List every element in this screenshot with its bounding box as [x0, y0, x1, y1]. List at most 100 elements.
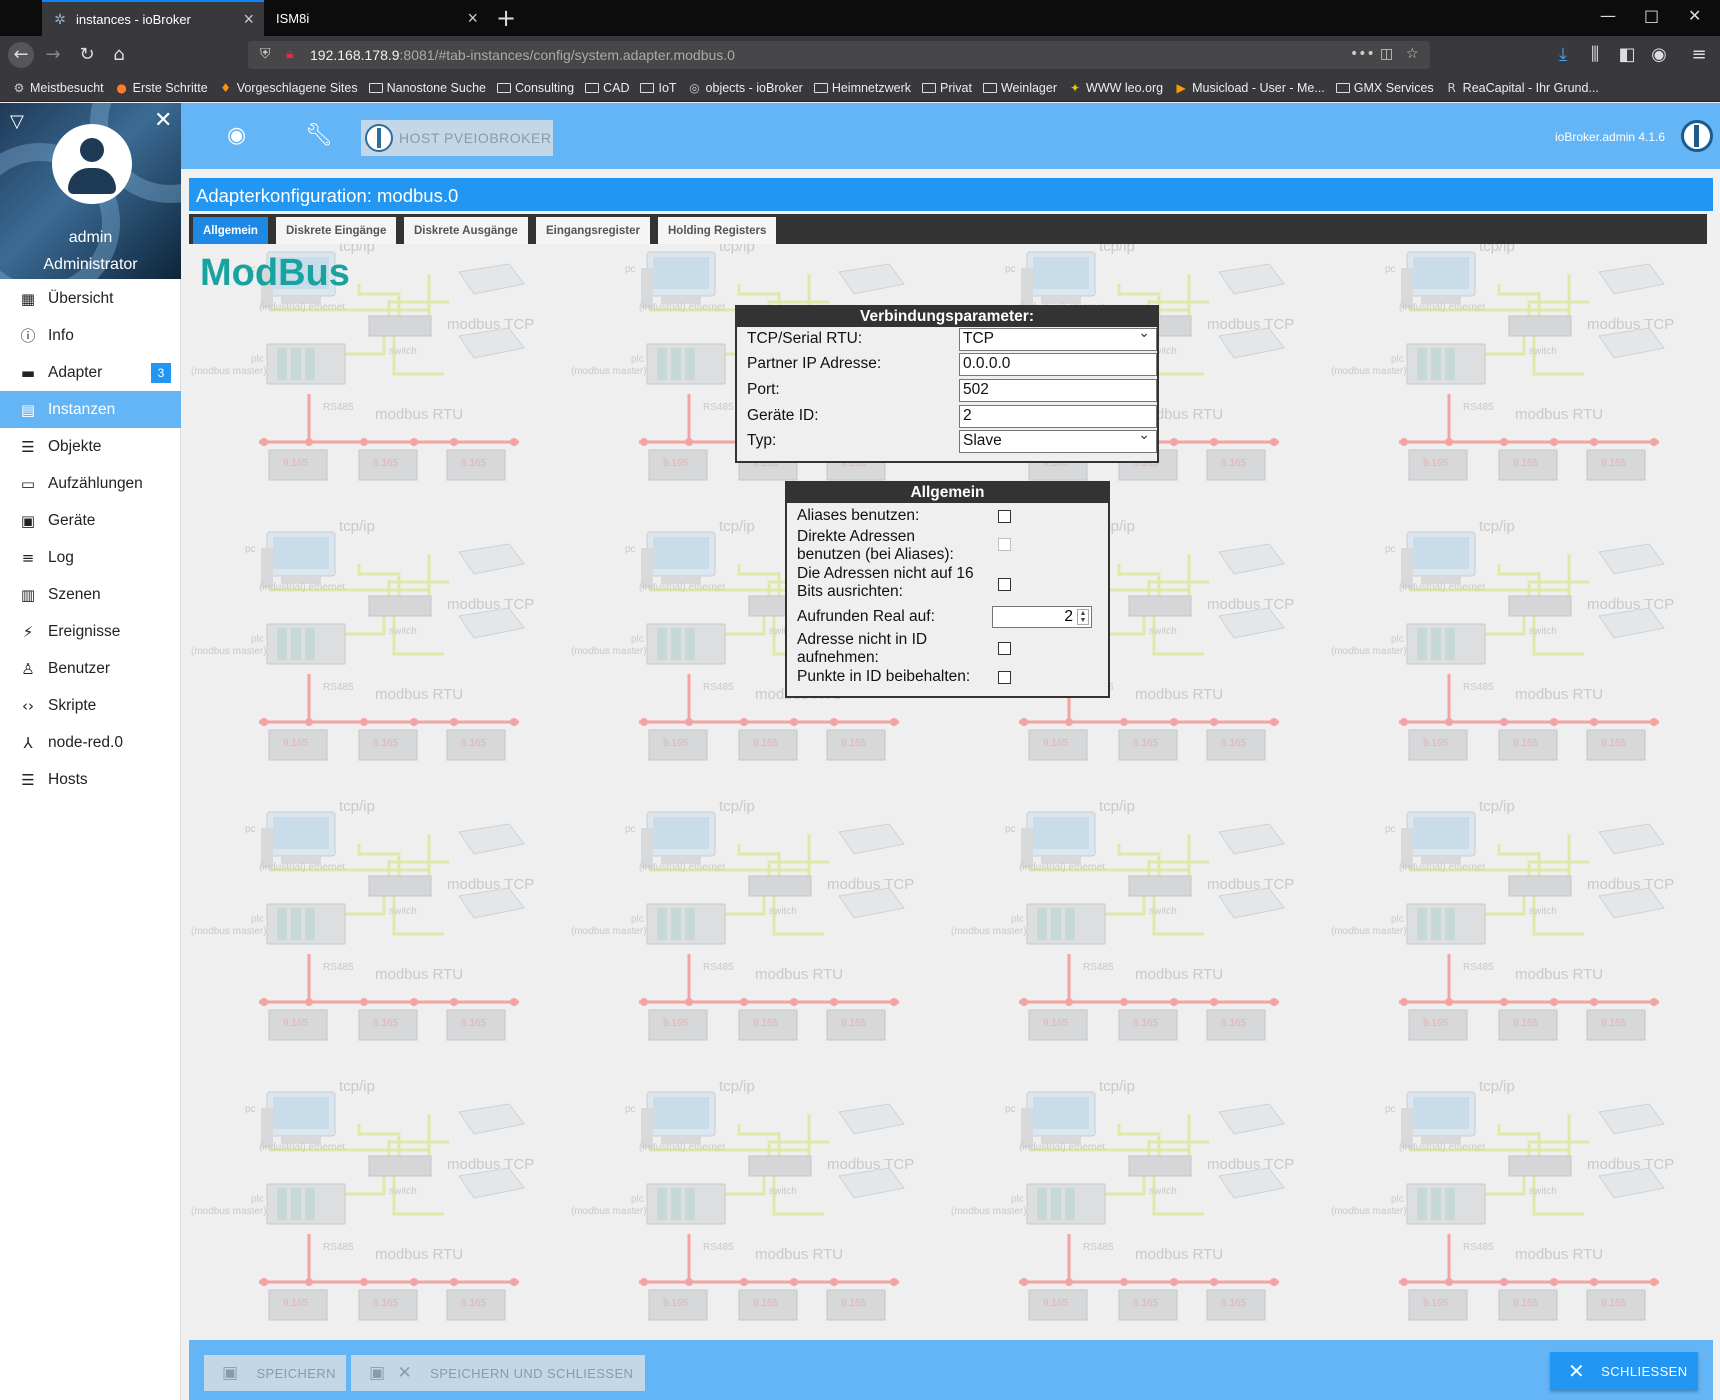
iobroker-logo-icon[interactable] — [1681, 120, 1713, 152]
plc-label: plc — [251, 354, 264, 365]
node-red-icon: ⅄ — [23, 733, 33, 752]
tab-diskrete-eingaenge[interactable]: Diskrete Eingänge — [276, 217, 397, 244]
save-button[interactable]: ▣ SPEICHERN — [204, 1355, 346, 1391]
tab-allgemein[interactable]: Allgemein — [193, 217, 268, 244]
device-id-input[interactable]: 2 — [959, 405, 1157, 428]
sidebar-item-geräte[interactable]: ▣ Geräte — [0, 502, 181, 539]
back-icon[interactable]: ← — [8, 42, 34, 68]
display-value: 9.165 — [663, 738, 689, 749]
forward-icon[interactable]: → — [40, 42, 66, 68]
ethernet-label: (industrial) ethernet — [259, 302, 346, 313]
type-select[interactable]: Slave — [959, 427, 1157, 453]
close-tab-icon[interactable]: × — [467, 8, 478, 29]
aliases-label: Aliases benutzen: — [797, 507, 920, 524]
bookmark-item[interactable]: Consulting — [497, 81, 574, 95]
port-label: Port: — [747, 381, 780, 398]
bookmark-item[interactable]: Privat — [922, 81, 972, 95]
keep-points-checkbox[interactable] — [998, 671, 1011, 684]
display-value: 9.165 — [663, 458, 689, 469]
browser-tab-title: ISM8i — [276, 10, 310, 26]
no-align-checkbox[interactable] — [998, 578, 1011, 591]
sidebar-item-node-red-0[interactable]: ⅄ node-red.0 — [0, 724, 181, 761]
bookmark-item[interactable]: Nanostone Suche — [368, 81, 486, 95]
tab-diskrete-ausgaenge[interactable]: Diskrete Ausgänge — [404, 217, 528, 244]
new-tab-icon[interactable]: + — [496, 4, 516, 32]
account-icon[interactable]: ◉ — [1646, 42, 1672, 68]
browser-tab-ism8i[interactable]: ISM8i × — [266, 0, 488, 36]
sidebar-item-info[interactable]: ⓘ Info — [0, 317, 181, 354]
port-input[interactable]: 502 — [959, 379, 1157, 402]
bookmark-item[interactable]: ◎ objects - ioBroker — [688, 81, 803, 95]
sidebar-item-ereignisse[interactable]: ⚡ Ereignisse — [0, 613, 181, 650]
sidebar-item-szenen[interactable]: ▥ Szenen — [0, 576, 181, 613]
sidebar-item-label: Übersicht — [48, 289, 114, 307]
rs485-label: RS485 — [1083, 1242, 1114, 1253]
home-icon[interactable]: ⌂ — [106, 42, 132, 68]
bookmark-item[interactable]: Heimnetzwerk — [813, 81, 911, 95]
pocket-icon[interactable]: ◫ — [1380, 46, 1393, 62]
ethernet-label: (industrial) ethernet — [1399, 1142, 1486, 1153]
url-text[interactable]: 192.168.178.9:8081/#tab-instances/config… — [310, 47, 735, 63]
url-bar[interactable]: ⛨ 🔒︎ 192.168.178.9:8081/#tab-instances/c… — [248, 41, 1430, 69]
sidebar-item-hosts[interactable]: ☰ Hosts — [0, 761, 181, 798]
bookmark-item[interactable]: ▶ Musicload - User - Me... — [1174, 81, 1324, 95]
shield-icon[interactable]: ⛨ — [260, 46, 271, 62]
bookmark-item[interactable]: Weinlager — [982, 81, 1057, 95]
sidebar-item-log[interactable]: ≡ Log — [0, 539, 181, 576]
bookmark-item[interactable]: ♦ Vorgeschlagene Sites — [219, 81, 357, 95]
config-tabs: Allgemein Diskrete Eingänge Diskrete Aus… — [189, 214, 1707, 244]
iobroker-triangle-icon[interactable]: ▽ — [10, 111, 24, 132]
bookmark-item[interactable]: ✦ WWW leo.org — [1068, 81, 1163, 95]
direct-addresses-checkbox[interactable] — [998, 538, 1011, 551]
sidebar: ▽ ✕ admin Administrator ▦ Übersicht ⓘ Info ▬… — [0, 103, 181, 1400]
aliases-checkbox[interactable] — [998, 510, 1011, 523]
host-button[interactable]: HOST PVEIOBROKER — [361, 120, 553, 156]
sidebar-item-skripte[interactable]: ‹› Skripte — [0, 687, 181, 724]
round-real-input[interactable]: 2 ▲ ▼ — [992, 606, 1092, 628]
bookmark-item[interactable]: ⚙ Meistbesucht — [12, 81, 104, 95]
no-address-checkbox[interactable] — [998, 642, 1011, 655]
bookmark-item[interactable]: R ReaCapital - Ihr Grund... — [1445, 81, 1599, 95]
browser-tab-instances[interactable]: ✲ instances - ioBroker × — [42, 0, 264, 36]
close-button[interactable]: ✕ SCHLIESSEN — [1550, 1352, 1698, 1390]
more-dots-icon[interactable]: ••• — [1350, 46, 1375, 62]
reload-icon[interactable]: ↻ — [74, 42, 100, 68]
hamburger-menu-icon[interactable]: ≡ — [1686, 42, 1712, 68]
bookmark-item[interactable]: CAD — [585, 81, 629, 95]
maximize-icon[interactable]: □ — [1644, 6, 1659, 25]
sidebar-item-instanzen[interactable]: ▤ Instanzen — [0, 391, 181, 428]
eye-icon[interactable]: ◉ — [227, 123, 246, 148]
sidebar-user-header: ▽ ✕ admin Administrator — [0, 103, 181, 279]
library-icon[interactable]: ⫼ — [1582, 42, 1608, 68]
tab-holding-registers[interactable]: Holding Registers — [658, 217, 777, 244]
sidebar-item-objekte[interactable]: ☰ Objekte — [0, 428, 181, 465]
window-close-icon[interactable]: ✕ — [1688, 6, 1701, 25]
insecure-lock-icon[interactable]: 🔒︎ — [286, 46, 293, 62]
display-value: 9.165 — [1221, 738, 1247, 749]
sidebar-item-benutzer[interactable]: ♙ Benutzer — [0, 650, 181, 687]
modbus-diagram-tile: tcp/ip pc (industrial) ethernet modbus T… — [189, 798, 569, 1084]
bookmark-item[interactable]: ● Erste Schritte — [115, 81, 207, 95]
display-value: 9.165 — [1513, 1018, 1539, 1029]
sidebar-item-übersicht[interactable]: ▦ Übersicht — [0, 280, 181, 317]
bookmark-item[interactable]: IoT — [640, 81, 677, 95]
modbus-master-label: (modbus master) — [191, 646, 267, 657]
sidebar-close-icon[interactable]: ✕ — [154, 108, 172, 133]
minimize-icon[interactable]: — — [1600, 6, 1616, 25]
tab-eingangsregister[interactable]: Eingangsregister — [536, 217, 650, 244]
partner-ip-label: Partner IP Adresse: — [747, 355, 882, 372]
sidebar-toggle-icon[interactable]: ◧ — [1614, 42, 1640, 68]
save-close-button[interactable]: ▣ ✕ SPEICHERN UND SCHLIESSEN — [351, 1355, 645, 1391]
spinner-arrows-icon[interactable]: ▲ ▼ — [1077, 609, 1089, 625]
partner-ip-input[interactable]: 0.0.0.0 — [959, 353, 1157, 376]
close-tab-icon[interactable]: × — [243, 9, 254, 30]
bookmark-star-icon[interactable]: ☆ — [1406, 46, 1419, 62]
wrench-icon[interactable]: 🔧︎ — [305, 123, 333, 148]
downloads-icon[interactable]: ⤓ — [1550, 42, 1576, 68]
bookmark-item[interactable]: GMX Services — [1335, 81, 1434, 95]
rs485-label: RS485 — [703, 402, 734, 413]
rs485-label: RS485 — [703, 682, 734, 693]
sidebar-item-adapter[interactable]: ▬ Adapter 3 — [0, 354, 181, 391]
connection-type-select[interactable]: TCP — [959, 325, 1157, 351]
sidebar-item-aufzählungen[interactable]: ▭ Aufzählungen — [0, 465, 181, 502]
